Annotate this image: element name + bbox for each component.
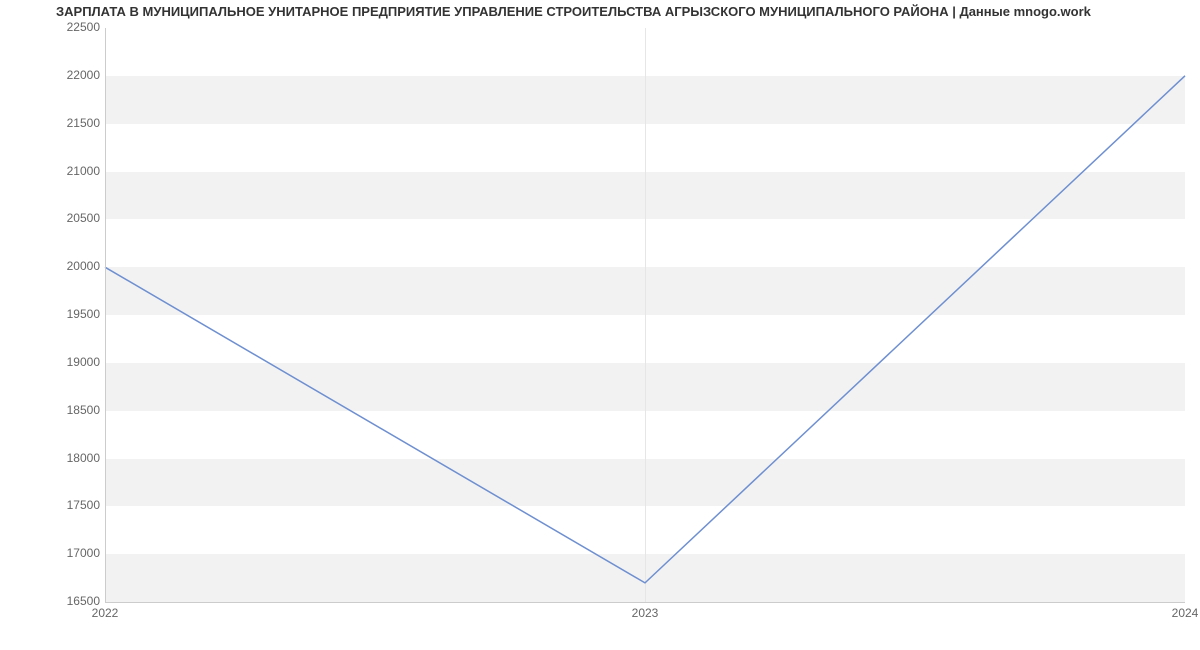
y-tick-label: 20500 — [8, 211, 100, 225]
y-tick-label: 22000 — [8, 68, 100, 82]
plot-area — [105, 28, 1185, 602]
chart-title: ЗАРПЛАТА В МУНИЦИПАЛЬНОЕ УНИТАРНОЕ ПРЕДП… — [56, 4, 1091, 19]
y-tick-label: 19500 — [8, 307, 100, 321]
y-tick-label: 19000 — [8, 355, 100, 369]
x-axis-line — [105, 602, 1185, 603]
x-tick-label: 2024 — [1172, 606, 1199, 620]
y-axis-line — [105, 28, 106, 602]
x-tick-label: 2022 — [92, 606, 119, 620]
y-tick-label: 18500 — [8, 403, 100, 417]
y-tick-label: 21500 — [8, 116, 100, 130]
y-tick-label: 17000 — [8, 546, 100, 560]
y-tick-label: 16500 — [8, 594, 100, 608]
y-tick-label: 20000 — [8, 259, 100, 273]
series-layer — [105, 28, 1185, 602]
y-tick-label: 18000 — [8, 451, 100, 465]
x-tick-label: 2023 — [632, 606, 659, 620]
y-tick-label: 22500 — [8, 20, 100, 34]
y-tick-label: 21000 — [8, 164, 100, 178]
y-tick-label: 17500 — [8, 498, 100, 512]
series-line — [105, 76, 1185, 583]
